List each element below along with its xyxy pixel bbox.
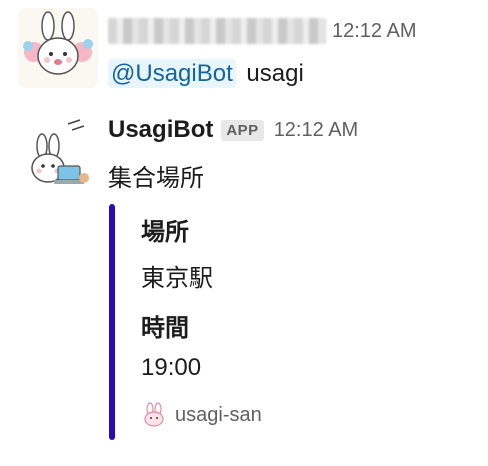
timestamp[interactable]: 12:12 AM	[274, 119, 359, 142]
footer-text: usagi-san	[175, 403, 262, 426]
message-text: usagi	[246, 60, 304, 87]
attachment-color-bar	[109, 204, 115, 440]
user-mention[interactable]: @UsagiBot	[108, 59, 236, 88]
sender-name[interactable]: UsagiBot	[108, 116, 213, 144]
message-attachment: 場所 東京駅 時間 19:00 usagi-san	[109, 204, 449, 440]
user-avatar[interactable]	[18, 8, 98, 88]
field-title: 時間	[141, 315, 189, 342]
field-value: 19:00	[141, 354, 202, 381]
field-title: 場所	[141, 219, 189, 246]
message-body: @UsagiBot usagi	[108, 59, 304, 88]
message-text: 集合場所	[108, 165, 204, 192]
field-value: 東京駅	[141, 265, 213, 292]
rabbit-icon	[141, 402, 167, 428]
app-badge: APP	[221, 119, 264, 141]
bot-avatar[interactable]	[18, 116, 98, 196]
message-header: UsagiBot APP 12:12 AM	[108, 116, 358, 144]
attachment-footer: usagi-san	[141, 402, 262, 428]
timestamp[interactable]: 12:12 AM	[332, 20, 417, 43]
message-header: 12:12 AM	[108, 18, 417, 44]
sender-name-redacted[interactable]	[108, 18, 326, 44]
